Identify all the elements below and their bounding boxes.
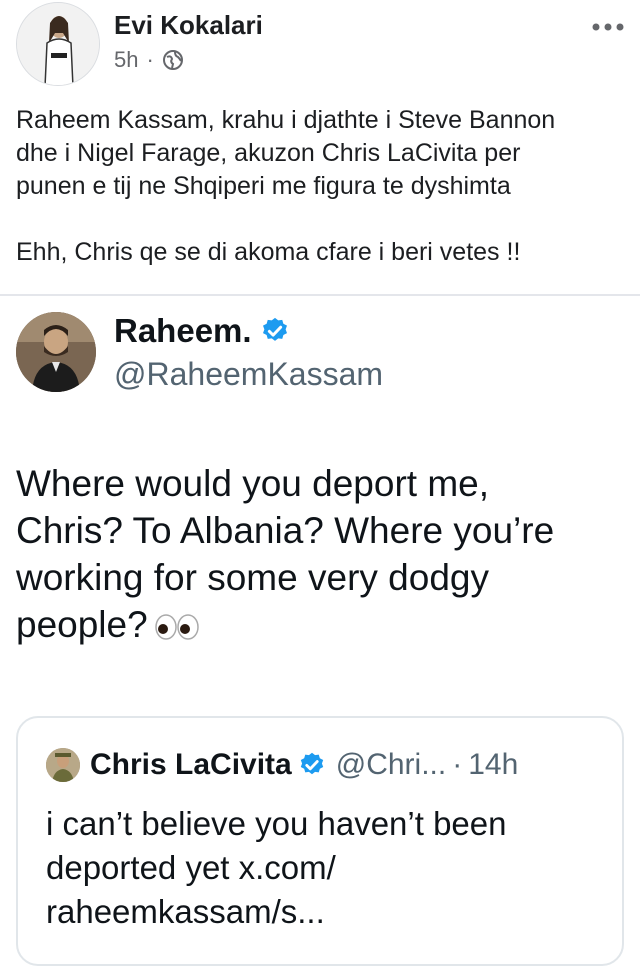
quote-line: i can’t believe you haven’t been <box>46 805 507 842</box>
tweet-display-name[interactable]: Raheem. <box>114 312 252 350</box>
verified-badge-icon <box>300 752 323 775</box>
quote-line: deported yet x.com/ <box>46 849 336 886</box>
quote-separator: · <box>452 748 463 781</box>
post-line: Raheem Kassam, krahu i djathte i Steve B… <box>16 106 556 134</box>
quote-time[interactable]: 14h <box>468 748 518 782</box>
verified-badge-icon <box>262 317 287 341</box>
post-time[interactable]: 5h <box>114 47 138 73</box>
tweet-line: Where would you deport me, <box>16 463 490 504</box>
divider <box>0 294 640 296</box>
post-line: dhe i Nigel Farage, akuzon Chris LaCivit… <box>16 139 521 167</box>
quote-avatar[interactable] <box>46 748 80 782</box>
tweet-handle[interactable]: @RaheemKassam <box>114 356 383 393</box>
tweet-line: people? <box>16 604 148 645</box>
tweet-line: working for some very dodgy <box>16 557 489 598</box>
post-paragraph-2: Ehh, Chris qe se di akoma cfare i beri v… <box>16 238 521 266</box>
post-paragraph-1: Raheem Kassam, krahu i djathte i Steve B… <box>16 104 626 203</box>
quote-link-line[interactable]: raheemkassam/s... <box>46 893 325 930</box>
quoted-tweet[interactable]: Chris LaCivita @Chri... · 14h i can’t be… <box>16 716 624 966</box>
post-text: Raheem Kassam, krahu i djathte i Steve B… <box>16 104 626 302</box>
post-line: punen e tij ne Shqiperi me figura te dys… <box>16 172 511 200</box>
meta-separator: · <box>146 47 154 72</box>
tweet-avatar[interactable] <box>16 312 96 392</box>
quote-display-name[interactable]: Chris LaCivita <box>90 748 292 782</box>
more-options-icon[interactable] <box>590 20 626 34</box>
post-meta: 5h · <box>114 47 184 73</box>
post-header: Evi Kokalari 5h · <box>14 0 626 90</box>
quote-header: Chris LaCivita @Chri... · 14h <box>46 748 518 782</box>
tweet-name-row: Raheem. <box>114 312 290 350</box>
author-name[interactable]: Evi Kokalari <box>114 10 263 41</box>
quote-handle[interactable]: @Chri... <box>336 748 446 782</box>
quote-body: i can’t believe you haven’t been deporte… <box>46 802 606 934</box>
tweet-body: Where would you deport me, Chris? To Alb… <box>16 460 626 648</box>
tweet-line: Chris? To Albania? Where you’re <box>16 510 555 551</box>
globe-icon <box>162 50 183 70</box>
eyes-icon <box>154 614 199 640</box>
author-avatar[interactable] <box>16 2 100 86</box>
